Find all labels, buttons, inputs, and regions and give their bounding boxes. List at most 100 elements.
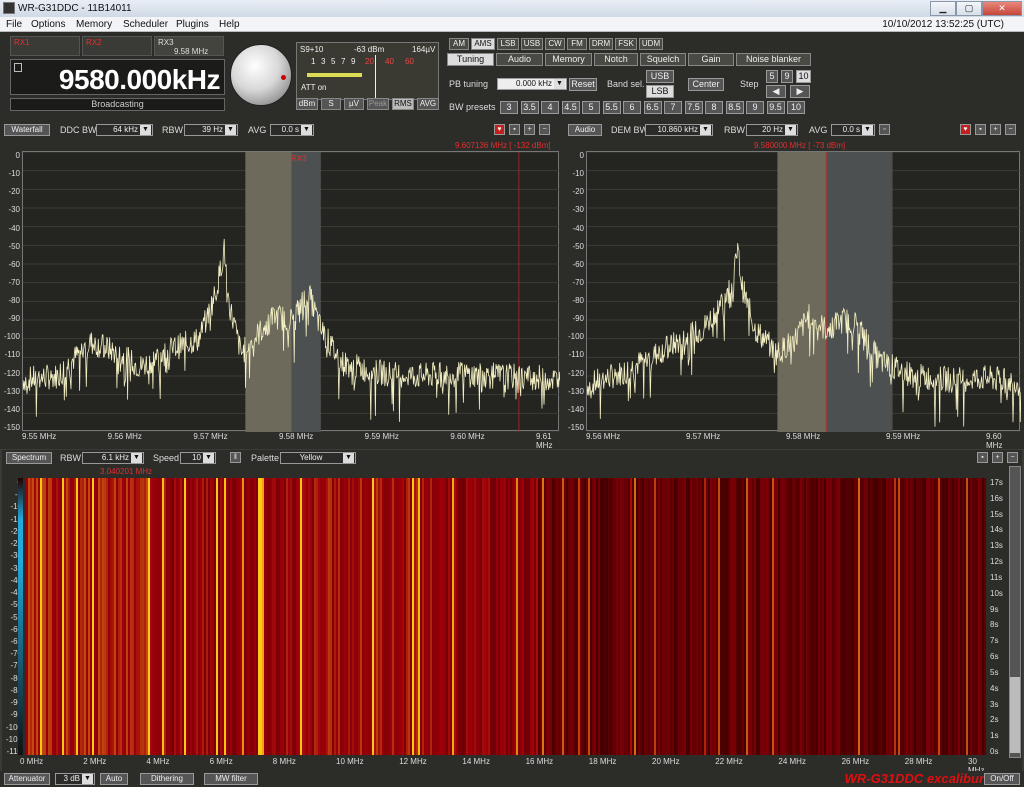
rx1-tab[interactable]: RX1 <box>10 36 80 56</box>
reset-button[interactable]: Reset <box>569 78 597 91</box>
mw-filter-button[interactable]: MW filter <box>204 773 258 785</box>
waterfall-button[interactable]: Waterfall <box>4 124 50 136</box>
bw-preset-6[interactable]: 6 <box>623 101 641 114</box>
rx2-tab[interactable]: RX2 <box>82 36 152 56</box>
marker-icon[interactable]: ♥ <box>960 124 971 135</box>
audio-button[interactable]: Audio <box>568 124 602 136</box>
bw-preset-4[interactable]: 4 <box>541 101 559 114</box>
tuning-knob[interactable] <box>230 44 292 106</box>
attenuator-select[interactable]: 3 dB <box>55 773 95 785</box>
tab-tuning[interactable]: Tuning <box>447 53 494 66</box>
marker-icon[interactable]: ♥ <box>494 124 505 135</box>
mode-cw[interactable]: CW <box>545 38 565 50</box>
spectrum-button[interactable]: Spectrum <box>6 452 52 464</box>
bw-preset-3.5[interactable]: 3.5 <box>520 101 539 114</box>
peak-button[interactable]: Peak <box>367 98 389 110</box>
passband-lsb[interactable] <box>245 152 292 432</box>
tab-notch[interactable]: Notch <box>594 53 638 66</box>
bw-preset-8[interactable]: 8 <box>705 101 723 114</box>
mode-ams[interactable]: AMS <box>471 38 495 50</box>
zoom-in-icon[interactable]: + <box>990 124 1001 135</box>
tab-audio[interactable]: Audio <box>496 53 543 66</box>
dbm-button[interactable]: dBm <box>296 98 318 110</box>
bw-preset-5[interactable]: 5 <box>582 101 600 114</box>
rms-button[interactable]: RMS <box>392 98 414 110</box>
menu-file[interactable]: File <box>6 19 22 30</box>
bw-preset-3[interactable]: 3 <box>500 101 518 114</box>
menu-scheduler[interactable]: Scheduler <box>123 19 168 30</box>
maximize-button[interactable]: ▢ <box>956 1 982 16</box>
pause-icon[interactable]: ‖ <box>230 452 241 463</box>
usb-band-button[interactable]: USB <box>646 70 674 83</box>
passband-usb[interactable] <box>291 152 321 432</box>
step-5[interactable]: 5 <box>766 70 778 83</box>
uv-button[interactable]: µV <box>344 98 364 110</box>
bw-preset-8.5[interactable]: 8.5 <box>725 101 744 114</box>
save-icon[interactable]: ▪ <box>977 452 988 463</box>
avg-select[interactable]: 0.0 s <box>270 124 314 136</box>
bw-preset-6.5[interactable]: 6.5 <box>643 101 662 114</box>
zoom-out-icon[interactable]: − <box>1007 452 1018 463</box>
speed-select[interactable]: 10 <box>180 452 216 464</box>
tab-gain[interactable]: Gain <box>688 53 734 66</box>
passband-usb[interactable] <box>826 152 893 432</box>
on-off-button[interactable]: On/Off <box>984 773 1020 785</box>
wf-rbw-select[interactable]: 6.1 kHz <box>82 452 144 464</box>
s-button[interactable]: S <box>321 98 341 110</box>
rbw-select[interactable]: 39 Hz <box>184 124 238 136</box>
tab-noise-blanker[interactable]: Noise blanker <box>736 53 811 66</box>
step-right-button[interactable]: ▶ <box>790 85 810 98</box>
bw-preset-10[interactable]: 10 <box>787 101 805 114</box>
dithering-button[interactable]: Dithering <box>140 773 194 785</box>
right-spectrum-plot[interactable] <box>586 151 1021 432</box>
step-9[interactable]: 9 <box>781 70 793 83</box>
auto-button[interactable]: Auto <box>100 773 128 785</box>
mode-lsb[interactable]: LSB <box>497 38 519 50</box>
right-rbw-select[interactable]: 20 Hz <box>746 124 798 136</box>
tab-squelch[interactable]: Squelch <box>640 53 686 66</box>
menu-plugins[interactable]: Plugins <box>176 19 209 30</box>
mode-usb[interactable]: USB <box>521 38 543 50</box>
bw-preset-4.5[interactable]: 4.5 <box>561 101 580 114</box>
lock-icon[interactable]: ▫ <box>879 124 890 135</box>
right-avg-select[interactable]: 0.0 s <box>831 124 875 136</box>
minimize-button[interactable]: ▁ <box>930 1 956 16</box>
center-button[interactable]: Center <box>688 78 724 91</box>
lock-icon[interactable] <box>14 63 22 72</box>
menu-options[interactable]: Options <box>31 19 65 30</box>
mode-drm[interactable]: DRM <box>589 38 613 50</box>
step-10[interactable]: 10 <box>796 70 811 83</box>
bw-preset-7[interactable]: 7 <box>664 101 682 114</box>
zoom-in-icon[interactable]: + <box>992 452 1003 463</box>
frequency-display[interactable]: 9580.000kHz <box>10 59 225 95</box>
zoom-in-icon[interactable]: + <box>524 124 535 135</box>
mode-fm[interactable]: FM <box>567 38 587 50</box>
close-button[interactable]: ✕ <box>982 1 1022 16</box>
menu-help[interactable]: Help <box>219 19 240 30</box>
wf-scrollbar[interactable] <box>1009 466 1021 758</box>
rx3-tab[interactable]: RX3 9.58 MHz <box>154 36 224 56</box>
pb-tuning-input[interactable]: 0.000 kHz <box>497 78 567 90</box>
mode-am[interactable]: AM <box>449 38 469 50</box>
mode-fsk[interactable]: FSK <box>615 38 637 50</box>
avg-button[interactable]: AVG <box>417 98 439 110</box>
wf-scroll-thumb[interactable] <box>1010 677 1020 753</box>
save-icon[interactable]: ▪ <box>975 124 986 135</box>
tab-memory[interactable]: Memory <box>545 53 592 66</box>
bw-preset-5.5[interactable]: 5.5 <box>602 101 621 114</box>
menu-memory[interactable]: Memory <box>76 19 112 30</box>
palette-select[interactable]: Yellow <box>280 452 356 464</box>
bw-preset-7.5[interactable]: 7.5 <box>684 101 703 114</box>
passband-lsb[interactable] <box>777 152 827 432</box>
left-spectrum-plot[interactable]: RX3 <box>22 151 560 432</box>
waterfall-canvas[interactable] <box>26 478 986 755</box>
zoom-out-icon[interactable]: − <box>1005 124 1016 135</box>
dem-bw-select[interactable]: 10.860 kHz <box>645 124 713 136</box>
bw-preset-9.5[interactable]: 9.5 <box>766 101 785 114</box>
ddc-bw-select[interactable]: 64 kHz <box>96 124 153 136</box>
step-left-button[interactable]: ◀ <box>766 85 786 98</box>
bw-preset-9[interactable]: 9 <box>746 101 764 114</box>
save-icon[interactable]: ▪ <box>509 124 520 135</box>
zoom-out-icon[interactable]: − <box>539 124 550 135</box>
mode-udm[interactable]: UDM <box>639 38 663 50</box>
